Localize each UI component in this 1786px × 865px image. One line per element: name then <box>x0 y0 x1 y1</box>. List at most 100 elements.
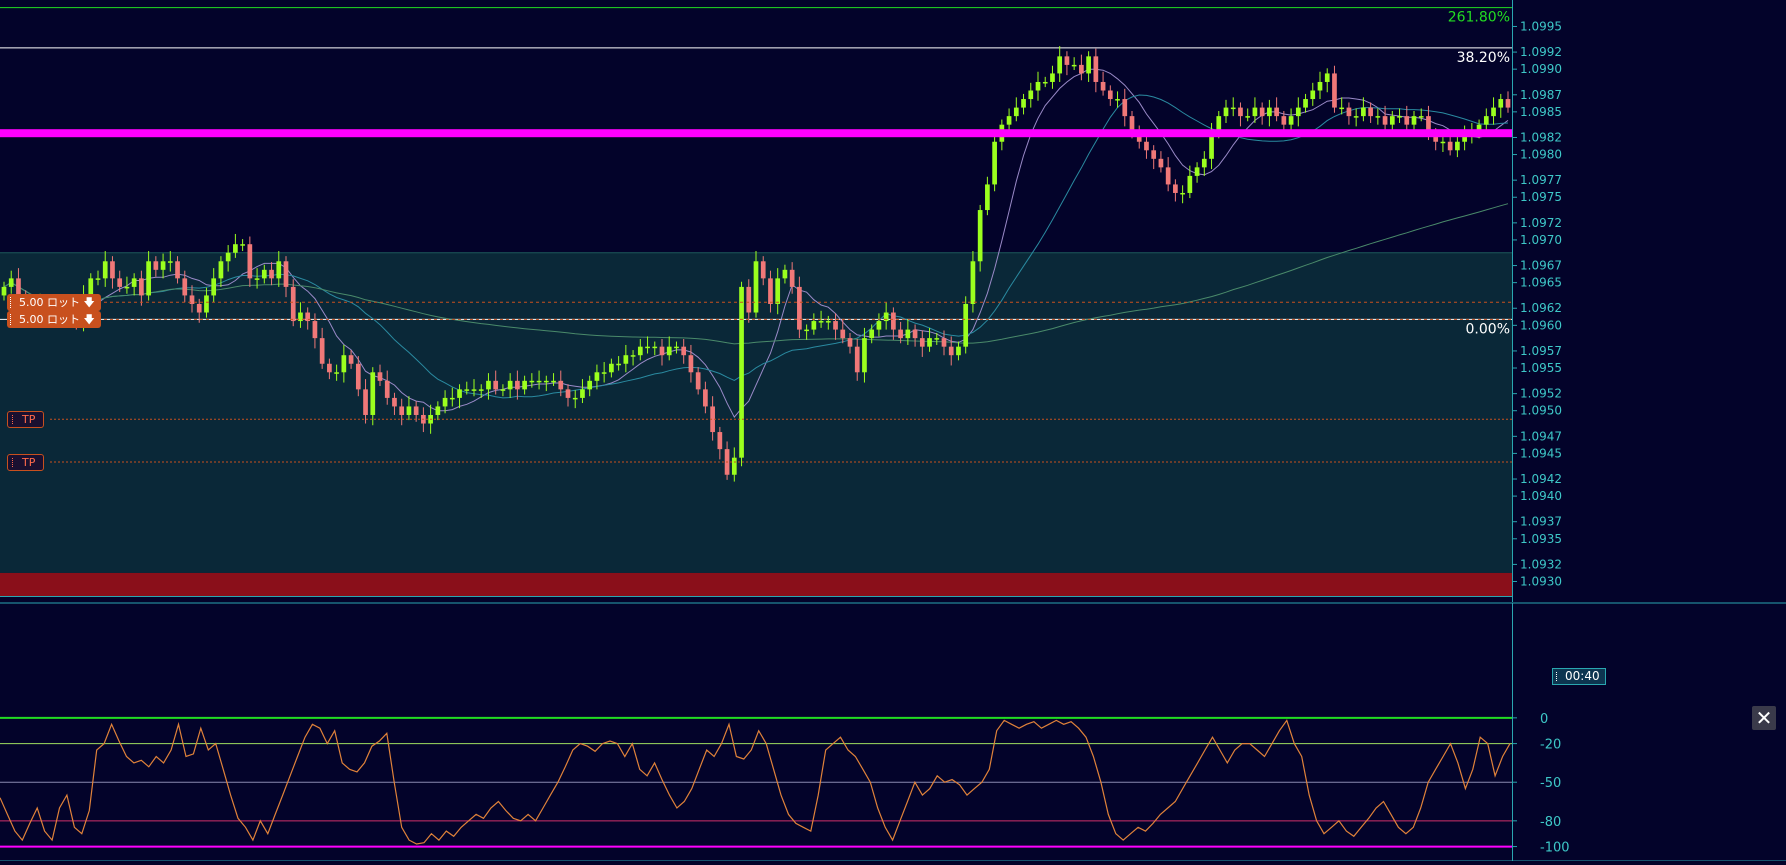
close-indicator-button[interactable]: ✕ <box>1752 705 1776 730</box>
candle-body <box>876 321 882 330</box>
candle[interactable] <box>1295 97 1301 127</box>
candle[interactable] <box>1274 97 1279 122</box>
candle[interactable] <box>1057 46 1063 82</box>
candle[interactable] <box>1079 54 1084 81</box>
drag-handle-icon[interactable] <box>1556 672 1560 681</box>
price-tick-label: 1.0957 <box>1520 344 1562 358</box>
candle-body <box>1158 158 1164 168</box>
candle[interactable] <box>1050 65 1055 89</box>
candle-body <box>146 261 151 296</box>
candle[interactable] <box>1267 99 1272 127</box>
candle[interactable] <box>1086 51 1091 82</box>
candle-body <box>1006 116 1012 125</box>
candle[interactable] <box>1498 93 1504 118</box>
candle[interactable] <box>1238 102 1243 127</box>
candle[interactable] <box>1194 162 1200 183</box>
drag-handle-icon[interactable] <box>10 297 14 309</box>
candle[interactable] <box>1491 97 1496 125</box>
price-chart[interactable]: 261.80% 38.20% 0.00% 1.0995 1.0992 1.0990 1.0… <box>0 0 1786 862</box>
candle-body <box>464 389 470 391</box>
crosshair-time-label[interactable]: 00:40 <box>1552 668 1606 685</box>
chart-window: 261.80% 38.20% 0.00% 1.0995 1.0992 1.0990 1.0… <box>0 0 1786 862</box>
candle[interactable] <box>985 176 990 216</box>
candle[interactable] <box>1455 136 1460 158</box>
candle[interactable] <box>1375 108 1381 125</box>
horizontal-level-line[interactable] <box>0 129 1512 138</box>
candle-body <box>681 346 687 356</box>
candle-body <box>1353 116 1359 118</box>
candle[interactable] <box>1230 97 1236 117</box>
candle[interactable] <box>1317 71 1323 100</box>
order-lot-label: 5.00 ロット <box>19 313 80 327</box>
candle[interactable] <box>1035 71 1041 101</box>
candle-body <box>283 261 289 287</box>
order-tag-2[interactable]: 5.00 ロット 🡇 <box>7 311 101 329</box>
candle-body <box>1498 99 1504 108</box>
candle[interactable] <box>1021 93 1026 115</box>
candle[interactable] <box>1064 51 1070 76</box>
candle-body <box>797 286 802 330</box>
candle-body <box>594 372 600 381</box>
candle[interactable] <box>1389 111 1395 130</box>
price-tick-label: 1.0940 <box>1520 489 1562 503</box>
candle-body <box>493 380 499 390</box>
candle[interactable] <box>963 296 969 354</box>
candle[interactable] <box>1165 157 1171 192</box>
price-tick-label: 1.0987 <box>1520 88 1562 102</box>
candle-body <box>862 338 867 373</box>
drag-handle-icon[interactable] <box>10 314 14 326</box>
candle[interactable] <box>1122 88 1128 127</box>
candle[interactable] <box>739 281 744 467</box>
candle[interactable] <box>1353 108 1359 127</box>
candle-body <box>312 321 318 339</box>
order-tag-1[interactable]: 5.00 ロット 🡇 <box>7 294 101 312</box>
candle-body <box>1483 116 1489 125</box>
candle-body <box>666 346 672 356</box>
take-profit-tag-1[interactable]: TP <box>7 411 45 429</box>
candle-body <box>565 389 571 398</box>
drag-handle-icon[interactable] <box>12 457 16 467</box>
candle[interactable] <box>1245 108 1251 122</box>
price-tick-label: 1.0937 <box>1520 515 1562 529</box>
candle-body <box>182 278 188 296</box>
take-profit-tag-2[interactable]: TP <box>7 453 45 471</box>
candle[interactable] <box>1187 165 1193 199</box>
drag-handle-icon[interactable] <box>12 415 16 425</box>
candle-body <box>529 380 535 383</box>
candle-body <box>319 338 325 364</box>
candle[interactable] <box>1173 179 1178 202</box>
candle[interactable] <box>1483 108 1489 132</box>
candle[interactable] <box>1107 85 1113 106</box>
candle[interactable] <box>1042 76 1048 88</box>
candle[interactable] <box>1071 57 1077 71</box>
candle[interactable] <box>1223 99 1229 123</box>
candle[interactable] <box>1310 82 1316 106</box>
candle[interactable] <box>1332 65 1337 113</box>
candle[interactable] <box>1346 102 1352 125</box>
candle[interactable] <box>1013 97 1019 122</box>
indicator-tick-label: 0 <box>1540 712 1548 727</box>
candle[interactable] <box>1093 48 1099 93</box>
candle[interactable] <box>1368 102 1373 123</box>
price-tick-label: 1.0930 <box>1520 574 1562 588</box>
candle-body <box>919 338 925 347</box>
candle-body <box>840 329 846 339</box>
candle[interactable] <box>1028 82 1034 108</box>
candle[interactable] <box>1180 185 1185 204</box>
candle[interactable] <box>1151 145 1157 170</box>
candle[interactable] <box>1324 68 1330 93</box>
candle-body <box>486 380 491 390</box>
candle[interactable] <box>992 131 997 192</box>
candle[interactable] <box>240 239 245 252</box>
candle[interactable] <box>1158 151 1164 173</box>
candle[interactable] <box>1339 97 1345 115</box>
candle[interactable] <box>1505 91 1511 113</box>
candle[interactable] <box>1201 151 1207 176</box>
candle-body <box>471 389 477 391</box>
candle[interactable] <box>1115 91 1120 108</box>
candle[interactable] <box>1303 93 1308 113</box>
candle-body <box>1418 116 1424 118</box>
candle-body <box>384 380 390 398</box>
candle[interactable] <box>1259 102 1265 125</box>
candle[interactable] <box>1100 71 1106 96</box>
